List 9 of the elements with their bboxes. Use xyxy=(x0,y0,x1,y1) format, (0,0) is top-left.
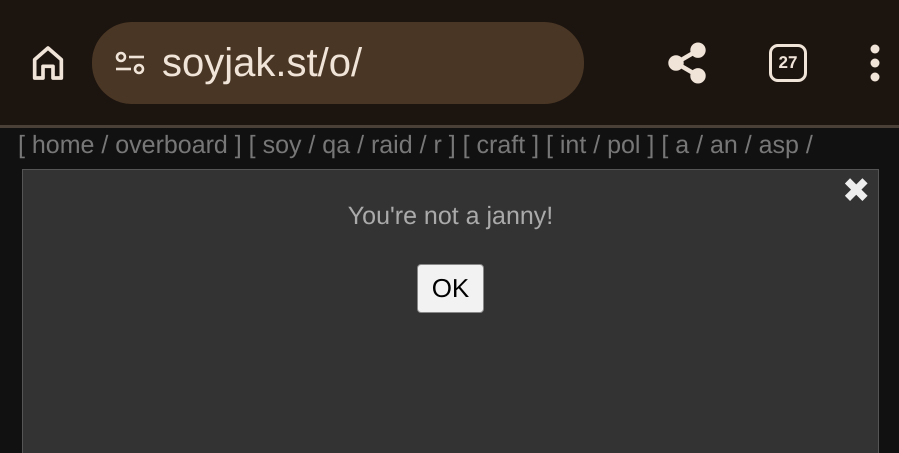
menu-icon[interactable] xyxy=(869,44,881,82)
alert-message: You're not a janny! xyxy=(346,201,554,232)
board-list[interactable]: [ home / overboard ] [ soy / qa / raid / r ] [ craft ] [ int / pol ] [ a / an / asp / xyxy=(0,128,899,162)
ok-button[interactable]: OK xyxy=(416,264,484,312)
url-text: soyjak.st/o/ xyxy=(162,40,362,86)
close-button[interactable]: ✖ xyxy=(842,174,870,208)
address-bar[interactable]: soyjak.st/o/ xyxy=(92,22,584,104)
tab-count-button[interactable]: 27 xyxy=(769,44,807,82)
site-settings-icon[interactable] xyxy=(114,50,146,76)
